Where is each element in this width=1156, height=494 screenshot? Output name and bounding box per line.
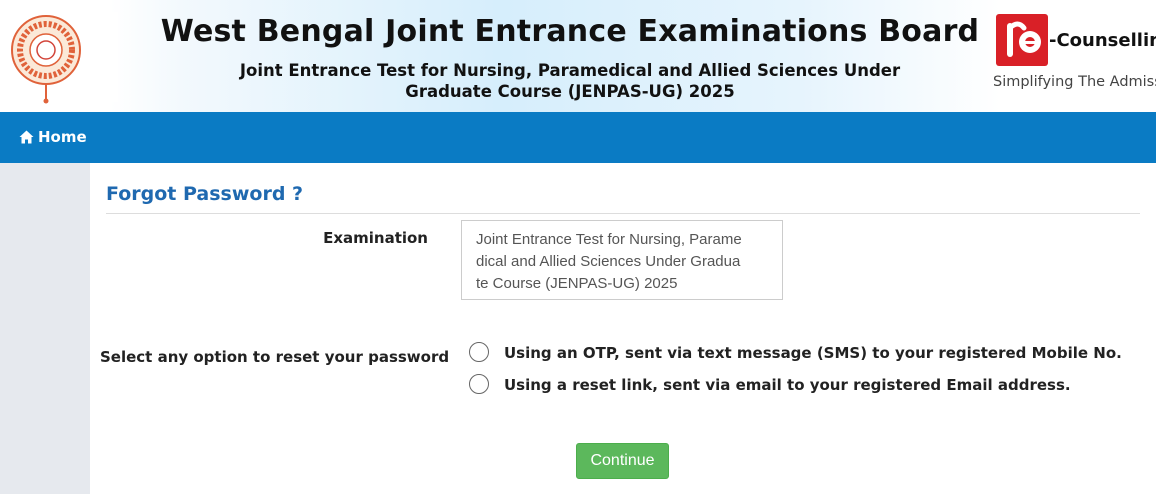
exam-subtitle: Joint Entrance Test for Nursing, Paramed…	[239, 61, 901, 101]
e-counselling-logo: -Counselling Simplifying The Admiss	[993, 12, 1156, 96]
continue-button[interactable]: Continue	[576, 443, 669, 479]
e-counselling-tagline: Simplifying The Admiss	[993, 74, 1156, 90]
examination-field[interactable]: Joint Entrance Test for Nursing, Paramed…	[461, 220, 783, 300]
top-navbar: Home	[0, 112, 1156, 163]
otp-sms-radio[interactable]	[469, 342, 489, 362]
title-divider	[106, 213, 1140, 214]
nav-home-label: Home	[38, 128, 87, 146]
wbjeeb-logo	[0, 12, 118, 104]
examination-value: Joint Entrance Test for Nursing, Paramed…	[476, 231, 742, 292]
board-title: West Bengal Joint Entrance Examinations …	[160, 14, 980, 49]
site-header: West Bengal Joint Entrance Examinations …	[0, 0, 1156, 112]
e-counselling-brand: -Counselling	[1049, 30, 1156, 51]
wbjeeb-seal-icon	[11, 15, 81, 104]
email-link-option-label: Using a reset link, sent via email to yo…	[504, 376, 1071, 394]
home-icon	[19, 130, 34, 144]
page-title: Forgot Password ?	[106, 183, 304, 205]
e-counselling-mark-icon	[996, 14, 1048, 66]
left-gutter	[0, 163, 90, 494]
email-link-radio[interactable]	[469, 374, 489, 394]
otp-sms-option-label: Using an OTP, sent via text message (SMS…	[504, 344, 1122, 362]
reset-option-label: Select any option to reset your password	[100, 348, 450, 366]
nav-home-link[interactable]: Home	[19, 128, 87, 146]
examination-label: Examination	[323, 229, 428, 247]
